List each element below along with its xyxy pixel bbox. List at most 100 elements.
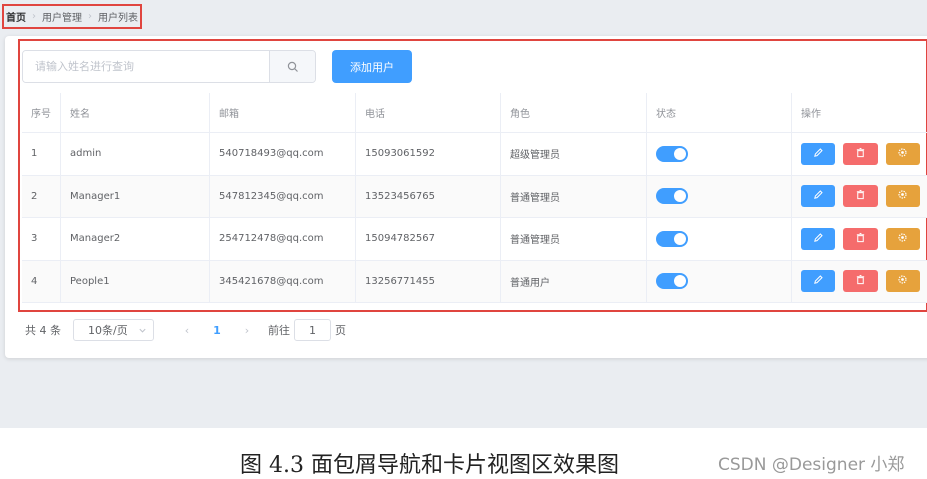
header-role: 角色	[501, 93, 647, 132]
prev-page-button[interactable]: ‹	[172, 324, 202, 337]
table-row: 2 Manager1 547812345@qq.com 13523456765 普通管理…	[22, 175, 927, 218]
cell-index: 1	[22, 133, 61, 175]
cell-status	[647, 218, 792, 260]
setting-button[interactable]	[885, 270, 920, 293]
cell-status	[647, 260, 792, 302]
breadcrumb-separator: ›	[88, 11, 92, 22]
setting-button[interactable]	[885, 185, 920, 208]
header-actions: 操作	[801, 109, 821, 120]
table-header-row: 序号 姓名 邮箱 电话 角色 状态 操作	[22, 93, 927, 133]
delete-icon	[855, 189, 866, 203]
cell-phone: 13256771455	[356, 260, 501, 302]
search-box	[22, 50, 316, 83]
edit-icon	[813, 147, 824, 161]
setting-icon	[897, 232, 908, 246]
setting-icon	[897, 147, 908, 161]
header-status: 状态	[647, 93, 792, 132]
page-number-current[interactable]: 1	[202, 324, 232, 337]
breadcrumb-user-list: 用户列表	[98, 13, 138, 24]
edit-button[interactable]	[801, 185, 836, 208]
add-user-button[interactable]: 添加用户	[332, 50, 412, 83]
cell-index: 2	[22, 175, 61, 217]
status-toggle[interactable]	[656, 230, 688, 247]
edit-icon	[813, 232, 824, 246]
status-toggle[interactable]	[656, 188, 688, 205]
edit-button[interactable]	[801, 270, 836, 293]
page-size-select[interactable]: 10条/页	[73, 319, 154, 341]
header-index: 序号	[22, 93, 61, 132]
delete-icon	[855, 232, 866, 246]
cell-name: Manager1	[61, 175, 210, 217]
search-button[interactable]	[269, 51, 315, 82]
toggle-knob	[674, 190, 686, 203]
table-row: 1 admin 540718493@qq.com 15093061592 超级管理员	[22, 133, 927, 176]
delete-button[interactable]	[843, 270, 878, 293]
cell-email: 540718493@qq.com	[210, 133, 356, 175]
setting-icon	[897, 189, 908, 203]
content-card: 添加用户 序号 姓名 邮箱 电话 角色 状态 操作 1admin54071849…	[5, 36, 927, 358]
cell-actions	[792, 218, 927, 260]
cell-actions	[792, 176, 927, 218]
pagination: 共 4 条 10条/页 ‹ 1 › 前往 页	[25, 319, 346, 341]
delete-button[interactable]	[843, 227, 878, 250]
table-row: 3 Manager2 254712478@qq.com 15094782567 普通管理…	[22, 218, 927, 261]
cell-role: 超级管理员	[501, 133, 647, 175]
breadcrumb: 首页 › 用户管理 › 用户列表	[2, 4, 142, 29]
breadcrumb-user-management: 用户管理	[42, 13, 82, 24]
cell-phone: 13523456765	[356, 175, 501, 217]
delete-icon	[855, 274, 866, 288]
toggle-knob	[674, 147, 686, 160]
cell-phone: 15093061592	[356, 133, 501, 175]
edit-button[interactable]	[801, 227, 836, 250]
toggle-knob	[674, 232, 686, 245]
total-count: 共 4 条	[25, 324, 61, 337]
header-name: 姓名	[61, 93, 210, 132]
cell-index: 4	[22, 260, 61, 302]
cell-status	[647, 133, 792, 175]
cell-status	[647, 175, 792, 217]
cell-role: 普通管理员	[501, 175, 647, 217]
chevron-down-icon	[139, 328, 146, 333]
table-body: 1 admin 540718493@qq.com 15093061592 超级管理员 2 M…	[22, 133, 927, 303]
delete-button[interactable]	[843, 185, 878, 208]
breadcrumb-separator: ›	[32, 11, 36, 22]
edit-icon	[813, 189, 824, 203]
cell-role: 普通管理员	[501, 218, 647, 260]
search-input[interactable]	[23, 51, 269, 82]
watermark: CSDN @Designer 小郑	[718, 455, 905, 475]
app-screen: 首页 › 用户管理 › 用户列表 添加用户 序号 姓名 邮箱 电话 角色 状态 …	[0, 0, 927, 428]
cell-phone: 15094782567	[356, 218, 501, 260]
status-toggle[interactable]	[656, 145, 688, 162]
cell-actions	[792, 133, 927, 175]
setting-button[interactable]	[885, 142, 920, 165]
cell-email: 345421678@qq.com	[210, 260, 356, 302]
goto-page-input[interactable]	[294, 319, 331, 341]
status-toggle[interactable]	[656, 273, 688, 290]
next-page-button[interactable]: ›	[232, 324, 262, 337]
user-table: 序号 姓名 邮箱 电话 角色 状态 操作 1 admin 540718493@qq.…	[22, 93, 927, 303]
goto-label: 前往	[268, 324, 290, 337]
edit-button[interactable]	[801, 142, 836, 165]
setting-icon	[897, 274, 908, 288]
cell-name: Manager2	[61, 218, 210, 260]
cell-name: admin	[61, 133, 210, 175]
setting-button[interactable]	[885, 227, 920, 250]
table-row: 4 People1 345421678@qq.com 13256771455 普通用户	[22, 260, 927, 303]
delete-button[interactable]	[843, 142, 878, 165]
toggle-knob	[674, 275, 686, 288]
breadcrumb-home[interactable]: 首页	[6, 9, 26, 24]
cell-email: 547812345@qq.com	[210, 175, 356, 217]
cell-index: 3	[22, 218, 61, 260]
figure-caption: 图 4.3 面包屑导航和卡片视图区效果图	[240, 453, 619, 478]
cell-role: 普通用户	[501, 260, 647, 302]
edit-icon	[813, 274, 824, 288]
delete-icon	[855, 147, 866, 161]
header-phone: 电话	[356, 93, 501, 132]
page-size-value: 10条/页	[88, 324, 128, 337]
header-email: 邮箱	[210, 93, 356, 132]
search-icon	[287, 61, 298, 72]
cell-email: 254712478@qq.com	[210, 218, 356, 260]
page-suffix: 页	[335, 324, 346, 337]
cell-name: People1	[61, 260, 210, 302]
cell-actions	[792, 261, 927, 303]
